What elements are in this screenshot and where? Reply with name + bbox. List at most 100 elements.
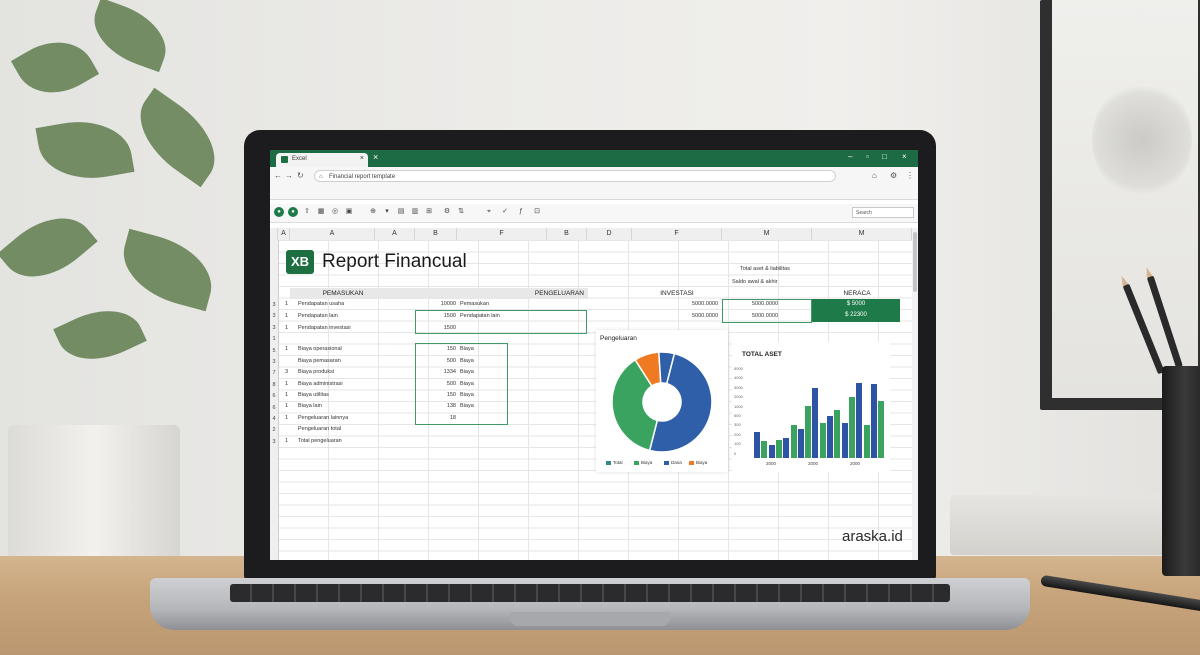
row-number[interactable]: 6 xyxy=(270,405,278,411)
settings-icon[interactable]: ⚙ xyxy=(442,207,452,217)
chart-icon[interactable]: ▤ xyxy=(396,207,406,217)
scrollbar-thumb[interactable] xyxy=(913,232,917,292)
bar-mark[interactable] xyxy=(848,397,855,458)
neraca-value[interactable]: $ 5000 xyxy=(812,299,900,310)
column-header[interactable]: B xyxy=(415,228,457,240)
row-index[interactable]: 3 xyxy=(280,369,288,375)
bar-mark[interactable] xyxy=(812,388,819,458)
insert-icon[interactable]: ⊞ xyxy=(424,207,434,217)
row-index[interactable]: 1 xyxy=(280,392,288,398)
row-label[interactable]: Biaya pemasaran xyxy=(298,358,378,364)
row-index[interactable]: 1 xyxy=(280,438,288,444)
row-number[interactable]: 4 xyxy=(270,416,278,422)
search-input[interactable]: Search xyxy=(852,207,914,218)
investasi-value[interactable]: 5000.0000 xyxy=(672,301,718,307)
browser-tab[interactable]: Excel × xyxy=(276,153,368,167)
function-icon[interactable]: ƒ xyxy=(516,207,526,217)
row-value[interactable]: 10000 xyxy=(418,301,456,307)
bar-mark[interactable] xyxy=(841,423,848,458)
save-icon[interactable]: ● xyxy=(274,207,284,217)
sync-icon[interactable]: ● xyxy=(288,207,298,217)
menu-icon[interactable]: ⋮ xyxy=(906,171,914,180)
column-header[interactable]: F xyxy=(457,228,547,240)
new-tab-icon[interactable]: × xyxy=(373,152,378,162)
row-label[interactable]: Biaya operasional xyxy=(298,346,378,352)
row-label[interactable]: Biaya produksi xyxy=(298,369,378,375)
row-index[interactable]: 1 xyxy=(280,325,288,331)
row-number[interactable]: 3 xyxy=(270,359,278,365)
row-number[interactable]: 3 xyxy=(270,439,278,445)
back-icon[interactable]: ← xyxy=(274,171,282,180)
neraca-value[interactable]: $ 22300 xyxy=(812,310,900,322)
comment-icon[interactable]: ◎ xyxy=(330,207,340,217)
row-label[interactable]: Biaya lain xyxy=(298,403,378,409)
bar-chart-panel[interactable]: TOTAL ASET 5000 4000 3000 2000 1000 500 300 200… xyxy=(732,342,890,472)
row-number[interactable]: 3 xyxy=(270,313,278,319)
column-header[interactable]: F xyxy=(632,228,722,240)
row-index[interactable]: 1 xyxy=(280,313,288,319)
row-number[interactable]: 3 xyxy=(270,302,278,308)
row-desc[interactable]: Pemasukan xyxy=(460,301,550,307)
check-icon[interactable]: ✓ xyxy=(500,207,510,217)
bar-mark[interactable] xyxy=(797,428,804,458)
minimize-icon[interactable]: – xyxy=(848,152,852,161)
bar-mark[interactable] xyxy=(783,437,790,458)
investasi-value[interactable]: 5000.0000 xyxy=(672,313,718,319)
row-number[interactable]: 3 xyxy=(270,325,278,331)
bar-mark[interactable] xyxy=(805,406,812,458)
sort-icon[interactable]: ⇅ xyxy=(456,207,466,217)
investasi-boxed-value[interactable]: 5000.0000 xyxy=(752,313,778,319)
bar-mark[interactable] xyxy=(870,384,877,458)
home-icon[interactable]: ⌂ xyxy=(872,171,877,180)
row-label[interactable]: Biaya administrasi xyxy=(298,381,378,387)
investasi-header[interactable]: INVESTASI xyxy=(632,288,722,299)
image-icon[interactable]: ⊡ xyxy=(532,207,542,217)
row-label[interactable]: Pendapatan lain xyxy=(298,313,378,319)
pie-chart-panel[interactable]: Pengeluaran Total Biaya Dana Biaya xyxy=(596,330,728,472)
selected-range[interactable] xyxy=(415,343,508,425)
selected-range[interactable] xyxy=(415,310,587,334)
row-number[interactable]: 2 xyxy=(270,427,278,433)
row-index[interactable]: 1 xyxy=(280,346,288,352)
column-header[interactable]: A xyxy=(278,228,290,240)
column-header[interactable]: M xyxy=(812,228,912,240)
bar-mark[interactable] xyxy=(827,415,833,458)
pengeluaran-header[interactable]: PENGELUARAN xyxy=(396,288,588,299)
forward-icon[interactable]: → xyxy=(285,171,293,180)
tab-close-icon[interactable]: × xyxy=(360,155,364,162)
column-header[interactable]: M xyxy=(722,228,812,240)
format-icon[interactable]: ⊕ xyxy=(368,207,378,217)
bar-mark[interactable] xyxy=(878,400,885,458)
row-number[interactable]: 6 xyxy=(270,393,278,399)
row-label[interactable]: Pendapatan usaha xyxy=(298,301,378,307)
row-number[interactable]: 1 xyxy=(270,336,278,342)
restore-icon[interactable]: ▫ xyxy=(866,152,869,161)
vertical-scrollbar[interactable] xyxy=(912,228,918,560)
investasi-boxed-value[interactable]: 5000.0000 xyxy=(752,301,778,307)
calendar-icon[interactable]: ▣ xyxy=(344,207,354,217)
maximize-icon[interactable]: □ xyxy=(882,152,887,161)
column-header[interactable]: D xyxy=(587,228,632,240)
bar-mark[interactable] xyxy=(863,424,870,458)
row-label[interactable]: Biaya utilitas xyxy=(298,392,378,398)
row-number[interactable]: 7 xyxy=(270,370,278,376)
grid-icon[interactable]: ▥ xyxy=(410,207,420,217)
row-label[interactable]: Total pengeluaran xyxy=(298,438,378,444)
pie-chart[interactable] xyxy=(596,344,728,464)
extensions-icon[interactable]: ⚙ xyxy=(890,171,897,180)
share-icon[interactable]: ⇧ xyxy=(302,207,312,217)
column-header[interactable]: A xyxy=(375,228,415,240)
dropdown-icon[interactable]: ▾ xyxy=(382,207,392,217)
row-label[interactable]: Pengeluaran lainnya xyxy=(298,415,378,421)
column-header[interactable]: B xyxy=(547,228,587,240)
bar-mark[interactable] xyxy=(761,441,768,458)
row-number[interactable]: 8 xyxy=(270,382,278,388)
row-index[interactable]: 1 xyxy=(280,381,288,387)
filter-icon[interactable]: ⌖ xyxy=(484,207,494,217)
bar-mark[interactable] xyxy=(775,439,782,458)
bar-mark[interactable] xyxy=(856,382,863,458)
row-index[interactable]: 1 xyxy=(280,415,288,421)
pemasukan-header[interactable]: PEMASUKAN xyxy=(290,288,396,299)
column-header[interactable]: A xyxy=(290,228,375,240)
row-index[interactable]: 1 xyxy=(280,403,288,409)
